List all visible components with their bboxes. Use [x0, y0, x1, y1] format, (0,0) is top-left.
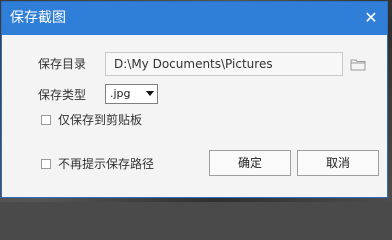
dialog-title: 保存截图 — [10, 10, 66, 26]
save-dir-label: 保存目录 — [38, 57, 87, 71]
no-prompt-label: 不再提示保存路径 — [58, 157, 155, 171]
close-icon: ✕ — [364, 8, 378, 27]
cancel-button[interactable]: 取消 — [297, 150, 379, 176]
save-dir-field[interactable]: D:\My Documents\Pictures — [105, 52, 343, 76]
clipboard-only-label: 仅保存到剪贴板 — [58, 113, 143, 127]
dialog-titlebar[interactable]: 保存截图 ✕ — [2, 2, 387, 35]
clipboard-only-checkbox[interactable] — [41, 115, 51, 125]
save-type-label: 保存类型 — [38, 88, 87, 102]
no-prompt-checkbox[interactable] — [41, 159, 51, 169]
save-type-value: .jpg — [110, 87, 131, 100]
save-screenshot-dialog: 保存截图 ✕ 保存目录 D:\My Documents\Pictures 保存类… — [1, 1, 388, 198]
chevron-down-icon — [146, 91, 154, 96]
close-button[interactable]: ✕ — [361, 8, 381, 28]
folder-icon[interactable] — [350, 57, 366, 71]
ok-button[interactable]: 确定 — [209, 150, 291, 176]
save-type-select[interactable]: .jpg — [105, 84, 158, 104]
